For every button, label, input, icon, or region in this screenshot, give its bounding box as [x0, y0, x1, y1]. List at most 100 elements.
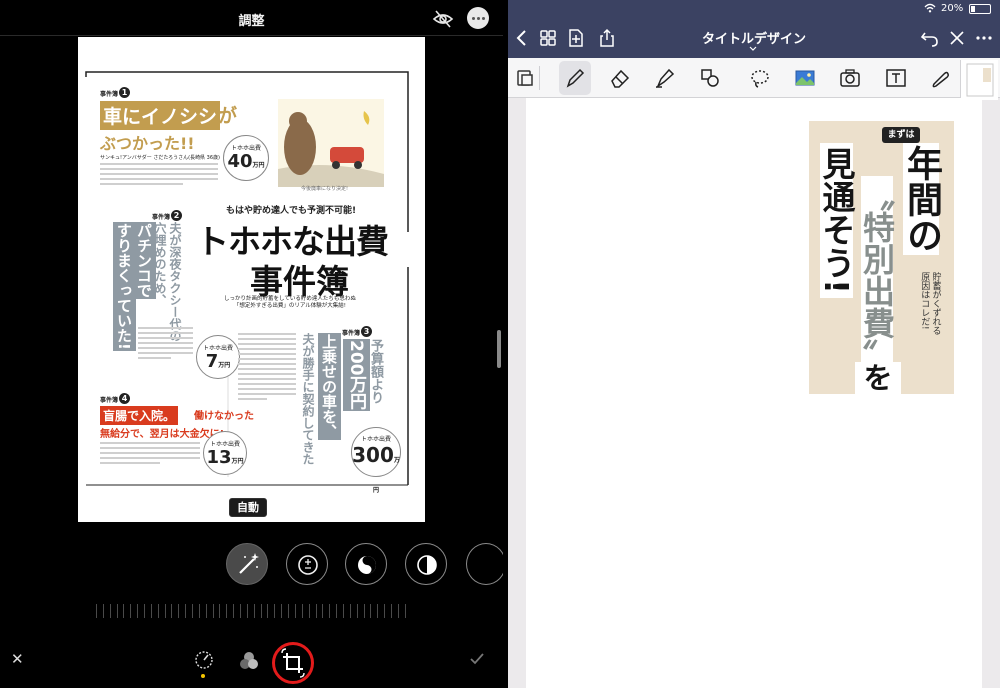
camera-icon[interactable]	[838, 66, 862, 90]
card-title-col3: 見通そう!	[817, 143, 856, 299]
case3-number: 3	[361, 326, 372, 337]
page-thumbnail[interactable]	[961, 60, 999, 100]
case4-cost-circle: トホホ出費 13万円	[203, 431, 247, 475]
slider-tick	[164, 604, 166, 618]
slider-tick	[329, 604, 331, 618]
case4-title-tail: 働けなかった	[194, 411, 254, 422]
case4-title-line2: 無給分で、翌月は大金欠に!	[100, 429, 225, 440]
case3-cost-circle: トホホ出費 300万円	[351, 427, 401, 494]
case4-title-bar: 盲腸で入院。	[100, 406, 179, 425]
document-nav-bar: タイトルデザイン	[508, 18, 1000, 58]
case4-label: 事件簿	[100, 397, 119, 404]
case4-body-text	[100, 442, 200, 467]
slider-tick	[363, 604, 365, 618]
slider-tick	[157, 604, 159, 618]
case2-col4: すりまくっていた!	[113, 222, 136, 351]
adjust-dial-icon[interactable]	[193, 649, 215, 671]
contrast-icon	[417, 555, 437, 575]
slider-tick	[308, 604, 310, 618]
cancel-icon[interactable]: ✕	[11, 650, 24, 668]
shapes-icon[interactable]	[698, 66, 722, 90]
highlighter-icon[interactable]	[653, 66, 677, 90]
case2-col1: 夫が深夜タクシー代の	[168, 222, 182, 342]
hide-original-icon[interactable]	[432, 8, 454, 30]
slider-tick	[288, 604, 290, 618]
slider-tick	[336, 604, 338, 618]
crop-button[interactable]	[272, 642, 314, 684]
slider-tick	[185, 604, 187, 618]
case1-caption: 今後廃車になり決定!	[301, 186, 349, 192]
slider-tick	[253, 604, 255, 618]
case2-col3: パチンコで	[133, 222, 156, 299]
magazine-photo: 事件簿 1 車にイノシシ が ぶつかった!! サンキュ!アンバサダー さだたろう…	[78, 37, 425, 522]
slider-tick	[116, 604, 118, 618]
image-icon[interactable]	[793, 66, 817, 90]
case3-col3: 上乗せの車を、	[318, 333, 341, 440]
done-check-icon[interactable]	[470, 652, 484, 666]
slider-tick	[342, 604, 344, 618]
toolbar-divider	[539, 66, 540, 90]
crop-rotate-icon	[281, 648, 305, 678]
exposure-button[interactable]	[286, 543, 328, 585]
case1-title-ga: が	[218, 105, 238, 127]
card-title-col2: 〝特別出費〟	[858, 176, 896, 374]
read-mode-icon[interactable]	[513, 66, 537, 90]
title-chevron-down-icon[interactable]	[749, 46, 757, 51]
slider-tick	[123, 604, 125, 618]
slider-tick	[198, 604, 200, 618]
drawing-toolbar	[508, 58, 1000, 98]
pen-icon[interactable]	[563, 66, 587, 90]
auto-enhance-button[interactable]	[226, 543, 268, 585]
adjustment-slider[interactable]	[96, 604, 406, 618]
edit-header: 調整	[0, 0, 503, 36]
slider-tick	[96, 604, 97, 618]
more-icon[interactable]	[974, 28, 994, 48]
slider-tick	[301, 604, 303, 618]
case3-col2: 200万円	[343, 339, 370, 411]
slider-tick	[384, 604, 386, 618]
undo-icon[interactable]	[919, 28, 939, 48]
wifi-icon	[924, 3, 936, 13]
slider-tick	[130, 604, 132, 618]
slider-tick	[137, 604, 139, 618]
card-title-wo: を	[855, 362, 901, 394]
split-view-handle[interactable]	[497, 330, 501, 368]
slider-tick	[397, 604, 399, 618]
status-bar: 20%	[508, 0, 1000, 18]
slider-tick	[274, 604, 276, 618]
more-adjustment-button[interactable]	[466, 543, 506, 585]
slider-tick	[281, 604, 283, 618]
slider-tick	[219, 604, 221, 618]
contrast-button[interactable]	[405, 543, 447, 585]
case2-cost-circle: トホホ出費 7万円	[196, 335, 240, 379]
slider-tick	[349, 604, 351, 618]
brilliance-icon	[358, 556, 376, 574]
boar-car-illustration	[278, 99, 384, 187]
auto-badge[interactable]: 自動	[229, 498, 267, 517]
brilliance-button[interactable]	[345, 543, 387, 585]
case2-number: 2	[171, 210, 182, 221]
slider-tick	[171, 604, 173, 618]
elements-sticker-icon[interactable]	[928, 66, 952, 90]
lasso-icon[interactable]	[748, 66, 772, 90]
slider-tick	[377, 604, 379, 618]
slider-tick	[233, 604, 235, 618]
case1-label: 事件簿	[100, 91, 119, 98]
slider-tick	[315, 604, 317, 618]
slider-tick	[404, 604, 406, 618]
eraser-icon[interactable]	[608, 66, 632, 90]
filters-icon[interactable]	[238, 650, 260, 672]
slider-tick	[246, 604, 248, 618]
case2-body-text	[138, 327, 193, 362]
close-icon[interactable]	[947, 28, 967, 48]
text-box-icon[interactable]	[884, 66, 908, 90]
card-subtitle: 貯蓄がくずれる 原因はコレだ!	[919, 272, 941, 335]
slider-tick	[322, 604, 324, 618]
slider-tick	[192, 604, 194, 618]
magic-wand-icon	[239, 553, 259, 574]
slider-tick	[178, 604, 180, 618]
photos-edit-pane: 調整 事件簿 1 車にイノシシ が ぶつかった!! サンキュ!アンバサダー さだ…	[0, 0, 506, 688]
more-options-icon[interactable]	[467, 7, 489, 29]
slider-tick	[205, 604, 207, 618]
page-thumbnail-strip[interactable]	[960, 60, 998, 100]
